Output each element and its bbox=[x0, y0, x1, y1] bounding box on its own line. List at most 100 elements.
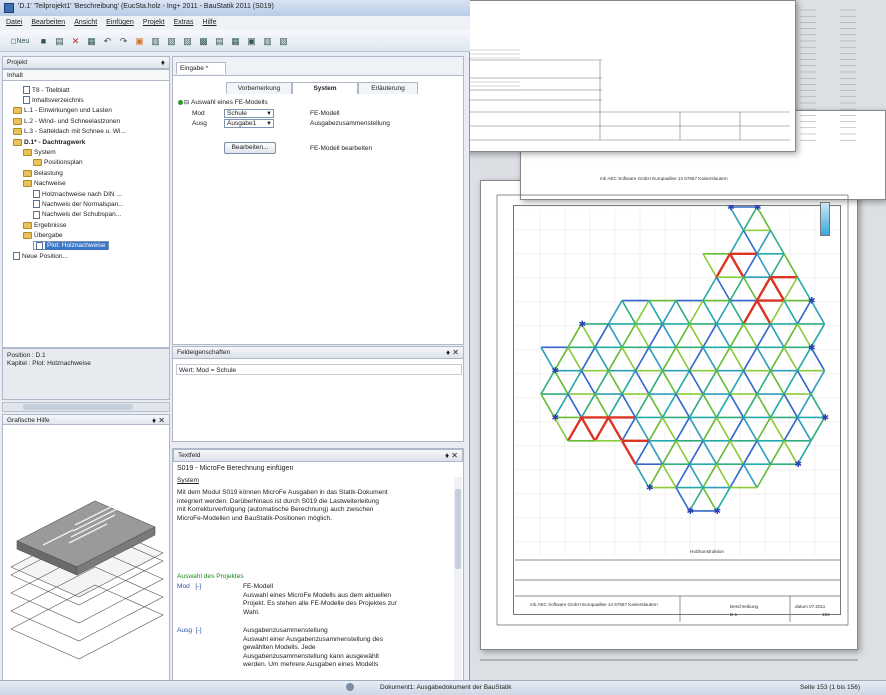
mesh-edge bbox=[783, 323, 799, 348]
support-icon: ✱ bbox=[714, 506, 722, 516]
document-icon bbox=[36, 241, 43, 250]
save-icon[interactable]: ■ bbox=[37, 34, 50, 48]
tab-system[interactable]: System bbox=[292, 82, 358, 94]
mesh-edge bbox=[715, 370, 731, 395]
mesh-edge bbox=[648, 300, 664, 325]
mesh-edge bbox=[715, 300, 731, 325]
bearbeiten-button[interactable]: Bearbeiten... bbox=[224, 142, 276, 154]
view-icon[interactable]: ▤ bbox=[213, 34, 226, 48]
tree-item[interactable]: Nachweise bbox=[23, 179, 66, 189]
copy-icon[interactable]: ▥ bbox=[149, 34, 162, 48]
delete-icon[interactable]: ✕ bbox=[69, 34, 82, 48]
calc-icon[interactable]: ▨ bbox=[181, 34, 194, 48]
vertical-scrollbar[interactable] bbox=[454, 477, 462, 687]
mesh-edge bbox=[756, 393, 772, 418]
tree-item[interactable]: Neue Position... bbox=[13, 251, 68, 261]
mesh-edge bbox=[688, 323, 704, 348]
mesh-edge bbox=[729, 300, 745, 325]
mesh-edge bbox=[634, 440, 650, 465]
mesh-edge bbox=[607, 323, 623, 348]
tree-item[interactable]: L.1 - Einwirkungen und Lasten bbox=[13, 106, 112, 116]
collapse-icon[interactable]: ⊟ bbox=[184, 99, 189, 106]
horizontal-scrollbar[interactable] bbox=[2, 402, 170, 412]
settings-icon[interactable]: ▣ bbox=[245, 34, 258, 48]
output-icon[interactable]: ▩ bbox=[197, 34, 210, 48]
new-button[interactable]: ◻ Neu bbox=[6, 34, 34, 48]
mesh-edge bbox=[621, 417, 637, 442]
tree-item[interactable]: Ergebnisse bbox=[23, 220, 67, 230]
tab-vorbemerkung[interactable]: Vorbemerkung bbox=[226, 82, 292, 94]
mod-select[interactable]: Schule ▼ bbox=[224, 109, 274, 118]
mesh-edge bbox=[769, 276, 786, 302]
tree-item[interactable]: Belastung bbox=[23, 168, 63, 178]
tree-item[interactable]: Holznachweise nach DIN ... bbox=[33, 189, 122, 199]
tree-item-label: Belastung bbox=[34, 169, 63, 177]
properties-icon[interactable]: ▦ bbox=[85, 34, 98, 48]
move-icon[interactable]: ▧ bbox=[165, 34, 178, 48]
menu-projekt[interactable]: Projekt bbox=[143, 19, 165, 26]
mesh-edge bbox=[675, 393, 691, 418]
menu-datei[interactable]: Datei bbox=[6, 19, 22, 26]
mesh-edge bbox=[661, 346, 677, 372]
mesh-edge bbox=[607, 393, 623, 418]
tools-icon[interactable]: ▥ bbox=[261, 34, 274, 48]
mesh-edge bbox=[715, 463, 731, 488]
mesh-edge bbox=[580, 393, 596, 418]
app-icon bbox=[4, 3, 14, 13]
status-page: Seite 153 (1 bis 156) bbox=[800, 684, 860, 691]
layout-icon[interactable]: ▧ bbox=[277, 34, 290, 48]
project-tree: T8 - Titelblatt Inhaltsverzeichnis L.1 - E… bbox=[2, 80, 170, 348]
tree-item[interactable]: L.3 - Satteldach mit Schnee u. Wi... bbox=[13, 127, 126, 137]
mesh-edge bbox=[715, 253, 732, 278]
pin-icon[interactable]: ♦ bbox=[161, 58, 165, 67]
mesh-edge bbox=[702, 346, 718, 372]
document-icon bbox=[33, 210, 40, 219]
undo-icon[interactable]: ↶ bbox=[101, 34, 114, 48]
insert-icon[interactable]: ▣ bbox=[133, 34, 146, 48]
export-icon[interactable]: ▦ bbox=[229, 34, 242, 48]
tree-item[interactable]: System bbox=[23, 147, 56, 157]
mesh-edge bbox=[756, 440, 772, 465]
tree-item[interactable]: Plot: Holznachweise bbox=[33, 241, 109, 250]
tree-item-label: Übergabe bbox=[34, 232, 63, 240]
tree-item-label: L.3 - Satteldach mit Schnee u. Wi... bbox=[24, 128, 126, 136]
mesh-edge bbox=[783, 276, 799, 301]
mesh-edge bbox=[729, 417, 745, 442]
menu-hilfe[interactable]: Hilfe bbox=[202, 19, 216, 26]
zoom-icon[interactable] bbox=[346, 683, 354, 691]
tab-erlaeuterung[interactable]: Erläuterung bbox=[358, 82, 418, 94]
tree-item[interactable]: L.2 - Wind- und Schneelastzonen bbox=[13, 116, 120, 126]
eingabe-tab[interactable]: Eingabe * bbox=[176, 62, 226, 74]
scroll-thumb[interactable] bbox=[23, 404, 133, 410]
tree-item[interactable]: T8 - Titelblatt bbox=[23, 85, 70, 95]
tree-item[interactable]: Positionsplan bbox=[33, 158, 83, 168]
mesh-edge bbox=[580, 370, 596, 395]
mesh-edge bbox=[715, 346, 731, 372]
tree-item[interactable]: Nachweis der Normalspan... bbox=[33, 199, 124, 209]
tree-item[interactable]: Inhaltsverzeichnis bbox=[23, 95, 84, 105]
pin-close-icon[interactable]: ♦ ✕ bbox=[445, 451, 458, 460]
redo-icon[interactable]: ↷ bbox=[117, 34, 130, 48]
status-bar: Dokument1: Ausgabedokument der BauStatik… bbox=[0, 680, 886, 695]
tree-item[interactable]: Übergabe bbox=[23, 231, 63, 241]
folder-icon bbox=[13, 107, 22, 115]
menu-bearbeiten[interactable]: Bearbeiten bbox=[31, 19, 65, 26]
scroll-thumb[interactable] bbox=[455, 489, 461, 569]
ausg-select[interactable]: Ausgabe1 ▼ bbox=[224, 119, 274, 128]
mesh-edge bbox=[648, 370, 664, 395]
tree-item-label: Nachweise bbox=[34, 180, 66, 188]
menu-einfuegen[interactable]: Einfügen bbox=[106, 19, 134, 26]
tree-item[interactable]: Nachweis der Schubspan... bbox=[33, 210, 121, 220]
print-icon[interactable]: ▤ bbox=[53, 34, 66, 48]
tree-item[interactable]: D.1* - Dachtragwerk bbox=[13, 137, 85, 147]
mesh-edge bbox=[566, 416, 583, 442]
mesh-edge bbox=[648, 346, 664, 372]
pin-close-icon[interactable]: ♦ ✕ bbox=[446, 348, 459, 357]
document-icon bbox=[13, 252, 20, 261]
menu-ansicht[interactable]: Ansicht bbox=[74, 19, 97, 26]
menu-extras[interactable]: Extras bbox=[174, 19, 194, 26]
mesh-edge bbox=[742, 346, 758, 372]
mesh-edge bbox=[702, 463, 718, 488]
mesh-edge bbox=[634, 300, 650, 325]
support-icon: ✱ bbox=[795, 459, 803, 469]
